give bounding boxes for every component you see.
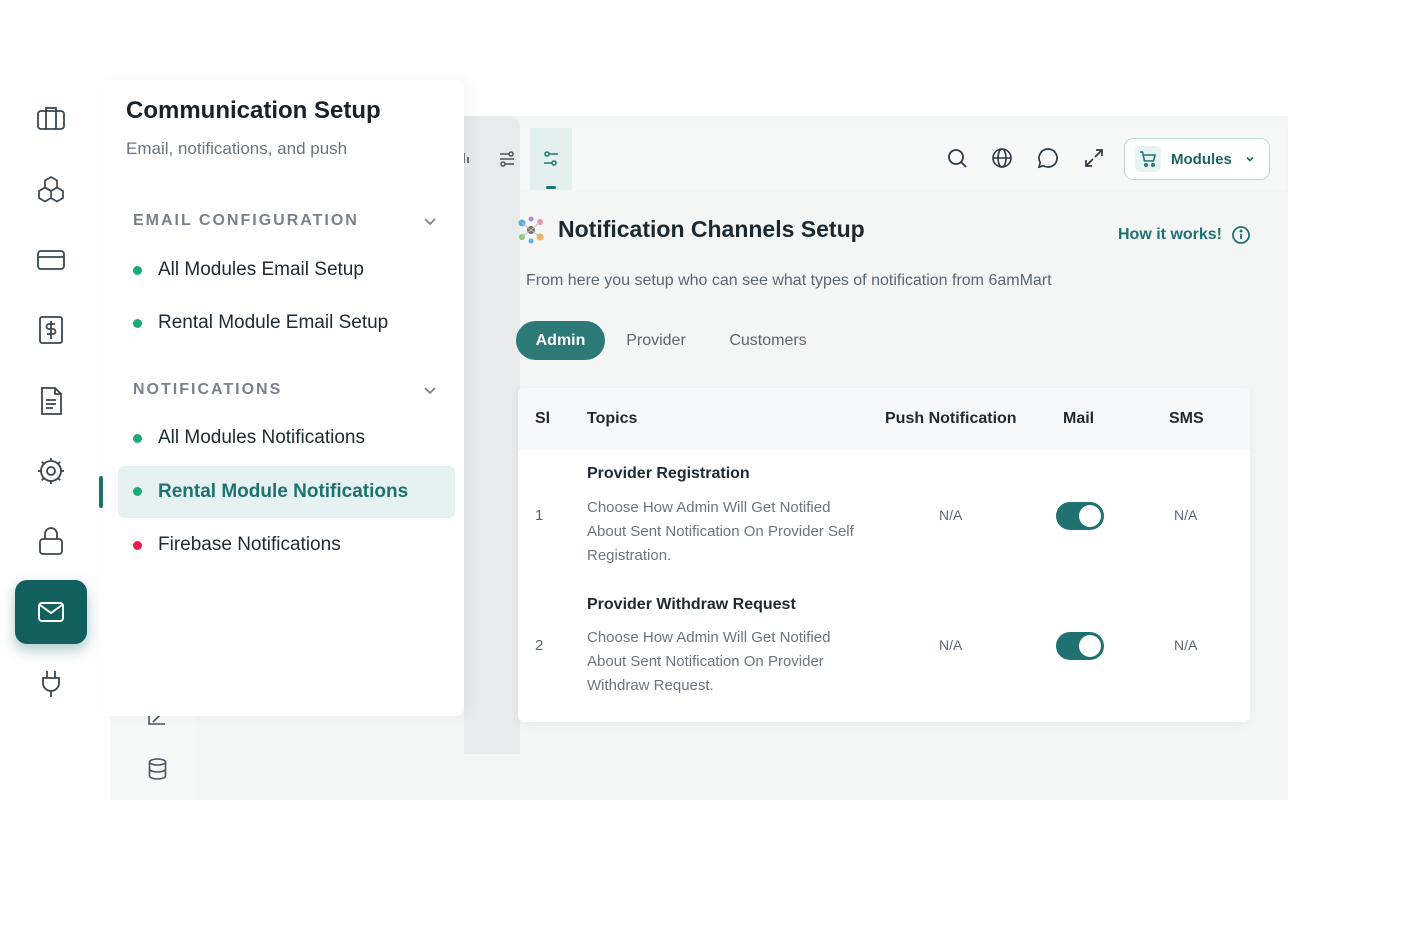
status-dot [133, 487, 142, 496]
panel-subtitle: Email, notifications, and push [126, 139, 348, 158]
menu-item-rental-email[interactable]: Rental Module Email Setup [118, 298, 455, 348]
chevron-down-icon [1244, 153, 1256, 165]
menu-item-firebase-notifications[interactable]: Firebase Notifications [118, 520, 455, 570]
status-dot [133, 541, 142, 550]
menu-item-label: Rental Module Email Setup [158, 312, 389, 333]
cubes-icon[interactable] [35, 174, 67, 206]
column-header-mail: Mail [1063, 410, 1095, 427]
topic-description: Choose How Admin Will Get Notified About… [587, 499, 854, 564]
menu-item-label: All Modules Email Setup [158, 259, 364, 280]
menu-item-rental-notifications[interactable]: Rental Module Notifications [118, 466, 455, 518]
menu-item-all-modules-email[interactable]: All Modules Email Setup [118, 245, 455, 295]
column-header-push: Push Notification [885, 410, 1017, 427]
plug-icon[interactable] [35, 668, 67, 700]
topic-description: Choose How Admin Will Get Notified About… [587, 629, 831, 694]
status-dot [133, 434, 142, 443]
sms-value: N/A [1174, 637, 1198, 653]
column-header-sms: SMS [1169, 410, 1204, 427]
settings-gear-icon[interactable] [35, 455, 67, 487]
expand-icon[interactable] [1082, 146, 1106, 170]
topic-title: Provider Withdraw Request [587, 596, 796, 613]
tab-customers[interactable]: Customers [716, 321, 820, 360]
page-description: From here you setup who can see what typ… [526, 272, 1052, 289]
column-header-topics: Topics [587, 410, 638, 427]
card-icon[interactable] [35, 244, 67, 276]
database-icon[interactable] [147, 758, 168, 780]
push-notification-value: N/A [939, 637, 963, 653]
row-number: 2 [535, 637, 544, 654]
push-notification-value: N/A [939, 507, 963, 523]
cart-icon [1135, 146, 1161, 172]
briefcase-icon[interactable] [35, 102, 67, 134]
status-dot [133, 266, 142, 275]
mail-toggle[interactable] [1056, 502, 1104, 530]
page-title: Notification Channels Setup [558, 216, 865, 242]
section-heading-email[interactable]: EMAIL CONFIGURATION [133, 212, 359, 230]
active-item-marker [99, 476, 103, 508]
sliders-icon [542, 150, 560, 168]
chevron-down-icon[interactable] [422, 213, 438, 229]
menu-item-all-modules-notifications[interactable]: All Modules Notifications [118, 413, 455, 463]
filter-list-icon[interactable] [498, 150, 516, 168]
sms-value: N/A [1174, 507, 1198, 523]
how-it-works-link[interactable]: How it works! [1118, 226, 1222, 244]
modules-button[interactable]: Modules [1124, 138, 1270, 180]
active-tab-indicator [546, 186, 556, 189]
modules-label: Modules [1171, 150, 1232, 168]
info-icon[interactable] [1231, 225, 1251, 245]
toggle-knob [1079, 505, 1101, 527]
tab-provider[interactable]: Provider [614, 321, 698, 360]
mail-toggle[interactable] [1056, 632, 1104, 660]
menu-item-label: Rental Module Notifications [158, 481, 409, 502]
row-number: 1 [535, 507, 544, 524]
panel-title: Communication Setup [126, 97, 381, 124]
globe-icon[interactable] [990, 146, 1014, 170]
section-heading-notifications[interactable]: NOTIFICATIONS [133, 381, 282, 399]
search-icon[interactable] [945, 146, 969, 170]
notification-channels-icon [516, 215, 546, 245]
topic-title: Provider Registration [587, 465, 750, 482]
document-icon[interactable] [35, 385, 67, 417]
status-dot [133, 319, 142, 328]
chat-icon[interactable] [1036, 146, 1060, 170]
chevron-down-icon[interactable] [422, 382, 438, 398]
lock-icon[interactable] [35, 525, 67, 557]
background-panel [464, 116, 520, 754]
menu-item-label: All Modules Notifications [158, 427, 365, 448]
toggle-knob [1079, 635, 1101, 657]
menu-item-label: Firebase Notifications [158, 534, 341, 555]
dollar-receipt-icon[interactable] [35, 314, 67, 346]
tab-admin[interactable]: Admin [516, 321, 605, 360]
mail-icon[interactable] [15, 580, 87, 644]
column-header-sl: Sl [535, 410, 551, 427]
